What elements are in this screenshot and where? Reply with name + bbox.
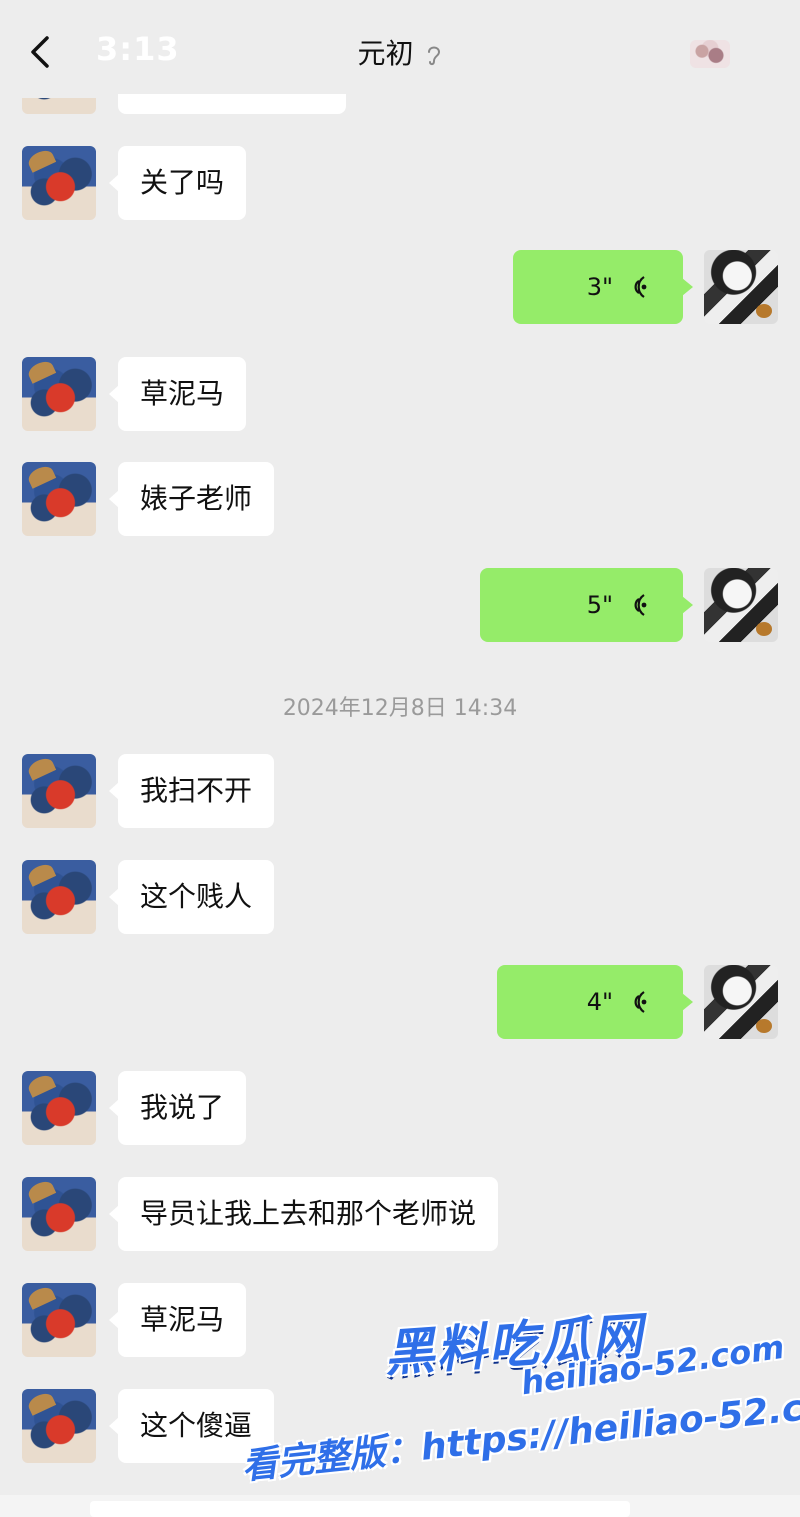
message-bubble[interactable]: 婊子老师 [108,462,275,536]
contact-avatar[interactable] [22,1389,96,1463]
voice-wave-icon [634,991,647,1013]
chat-timestamp: 2024年12月8日 14:34 [282,696,518,721]
message-bubble[interactable]: 草泥马 [108,1283,247,1357]
contact-avatar[interactable] [22,754,96,828]
voice-duration: 3" [586,273,613,301]
voice-wave-icon [634,594,647,616]
contact-avatar[interactable] [22,1177,96,1251]
voice-message[interactable]: 4" [497,965,693,1039]
voice-duration: 4" [586,988,613,1016]
contact-avatar[interactable] [22,860,96,934]
contact-avatar[interactable] [22,462,96,536]
voice-message[interactable]: 5" [480,568,693,642]
more-icon[interactable] [690,40,730,68]
chat-title: 元初 [0,32,800,72]
contact-avatar[interactable] [22,1283,96,1357]
contact-avatar[interactable] [22,146,96,220]
input-bar [0,1495,800,1517]
message-bubble[interactable]: 我说了 [108,1071,247,1145]
chat-header: 3:13 元初 [0,0,800,96]
voice-duration: 5" [586,591,613,619]
my-avatar[interactable] [704,568,778,642]
my-avatar[interactable] [704,250,778,324]
contact-avatar[interactable] [22,357,96,431]
watermark-full-text: 看完整版：https://heiliao-52.com [239,1381,800,1488]
contact-avatar[interactable] [22,1071,96,1145]
message-bubble[interactable]: 草泥马 [108,357,247,431]
chat-title-text: 元初 [357,37,414,70]
ear-icon [428,46,441,66]
voice-wave-icon [634,276,647,298]
message-bubble[interactable]: 关了吗 [108,146,247,220]
message-bubble[interactable]: 我扫不开 [108,754,275,828]
voice-message[interactable]: 3" [513,250,693,324]
message-bubble[interactable]: 这个贱人 [108,860,275,934]
message-bubble[interactable]: 导员让我上去和那个老师说 [108,1177,499,1251]
message-input[interactable] [90,1501,630,1517]
my-avatar[interactable] [704,965,778,1039]
